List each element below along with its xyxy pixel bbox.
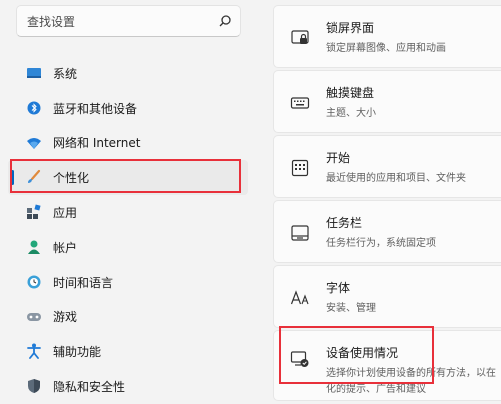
search-icon[interactable] bbox=[218, 14, 232, 28]
card-subtitle: 安装、管理 bbox=[326, 303, 376, 314]
search-input[interactable] bbox=[25, 12, 219, 32]
card-title: 任务栏 bbox=[326, 216, 363, 230]
brush-icon bbox=[26, 169, 42, 185]
sidebar-item-label: 个性化 bbox=[53, 171, 90, 186]
bluetooth-icon bbox=[26, 100, 42, 116]
sidebar-item-accounts[interactable]: 帐户 bbox=[8, 230, 248, 265]
sidebar-item-label: 蓝牙和其他设备 bbox=[53, 101, 138, 116]
sidebar-item-label: 网络和 Internet bbox=[53, 136, 141, 151]
globe-clock-icon bbox=[26, 274, 42, 290]
sidebar-item-personalization[interactable]: 个性化 bbox=[8, 160, 248, 196]
card-device-usage[interactable]: 设备使用情况 选择你计划使用设备的所有方法，以在 化的提示、广告和建议 bbox=[273, 330, 501, 401]
sidebar-nav: 系统 蓝牙和其他设备 网络和 Internet 个性化 应用 帐户 时间和语言 … bbox=[8, 56, 248, 404]
sidebar-item-label: 隐私和安全性 bbox=[53, 380, 126, 395]
sidebar-item-time-language[interactable]: 时间和语言 bbox=[8, 265, 248, 300]
card-subtitle: 锁定屏幕图像、应用和动画 bbox=[326, 43, 446, 54]
keyboard-icon bbox=[290, 97, 310, 109]
sidebar-item-accessibility[interactable]: 辅助功能 bbox=[8, 334, 248, 369]
card-subtitle-line2: 化的提示、广告和建议 bbox=[326, 384, 426, 395]
search-box[interactable] bbox=[16, 5, 241, 37]
device-usage-icon bbox=[290, 351, 309, 367]
lock-screen-icon bbox=[291, 30, 309, 44]
sidebar-item-label: 应用 bbox=[53, 206, 78, 221]
personalization-content: 锁屏界面 锁定屏幕图像、应用和动画 触摸键盘 主题、大小 开始 最近使用的应用和… bbox=[273, 0, 501, 401]
sidebar-item-network[interactable]: 网络和 Internet bbox=[8, 126, 248, 161]
card-subtitle: 任务栏行为，系统固定项 bbox=[326, 238, 436, 249]
shield-icon bbox=[26, 378, 42, 394]
sidebar-item-label: 游戏 bbox=[53, 310, 78, 325]
wifi-icon bbox=[26, 135, 42, 151]
card-fonts[interactable]: 字体 安装、管理 bbox=[273, 265, 501, 328]
sidebar-item-label: 时间和语言 bbox=[53, 275, 114, 290]
sidebar-item-label: 帐户 bbox=[53, 240, 78, 255]
card-title: 字体 bbox=[326, 281, 351, 295]
sidebar-item-label: 系统 bbox=[53, 66, 78, 81]
card-start[interactable]: 开始 最近使用的应用和项目、文件夹 bbox=[273, 135, 501, 198]
card-subtitle: 最近使用的应用和项目、文件夹 bbox=[326, 173, 466, 184]
accessibility-icon bbox=[26, 343, 42, 360]
sidebar-item-apps[interactable]: 应用 bbox=[8, 195, 248, 230]
settings-sidebar: 系统 蓝牙和其他设备 网络和 Internet 个性化 应用 bbox=[0, 0, 262, 401]
monitor-icon bbox=[26, 65, 42, 81]
start-menu-icon bbox=[291, 159, 309, 177]
card-title: 设备使用情况 bbox=[326, 346, 399, 360]
sidebar-item-privacy[interactable]: 隐私和安全性 bbox=[8, 369, 248, 404]
sidebar-item-gaming[interactable]: 游戏 bbox=[8, 300, 248, 335]
gamepad-icon bbox=[26, 309, 42, 325]
card-taskbar[interactable]: 任务栏 任务栏行为，系统固定项 bbox=[273, 200, 501, 263]
apps-icon bbox=[26, 204, 42, 220]
card-subtitle: 主题、大小 bbox=[326, 108, 376, 119]
card-title: 锁屏界面 bbox=[326, 21, 375, 35]
card-touch-keyboard[interactable]: 触摸键盘 主题、大小 bbox=[273, 70, 501, 133]
account-icon bbox=[26, 239, 42, 255]
card-lock-screen[interactable]: 锁屏界面 锁定屏幕图像、应用和动画 bbox=[273, 5, 501, 68]
font-icon bbox=[290, 290, 309, 305]
card-title: 触摸键盘 bbox=[326, 86, 375, 100]
sidebar-item-system[interactable]: 系统 bbox=[8, 56, 248, 91]
sidebar-item-label: 辅助功能 bbox=[53, 345, 102, 360]
card-title: 开始 bbox=[326, 151, 351, 165]
card-subtitle: 选择你计划使用设备的所有方法，以在 bbox=[326, 368, 496, 379]
taskbar-icon bbox=[291, 225, 309, 241]
sidebar-item-bluetooth[interactable]: 蓝牙和其他设备 bbox=[8, 91, 248, 126]
